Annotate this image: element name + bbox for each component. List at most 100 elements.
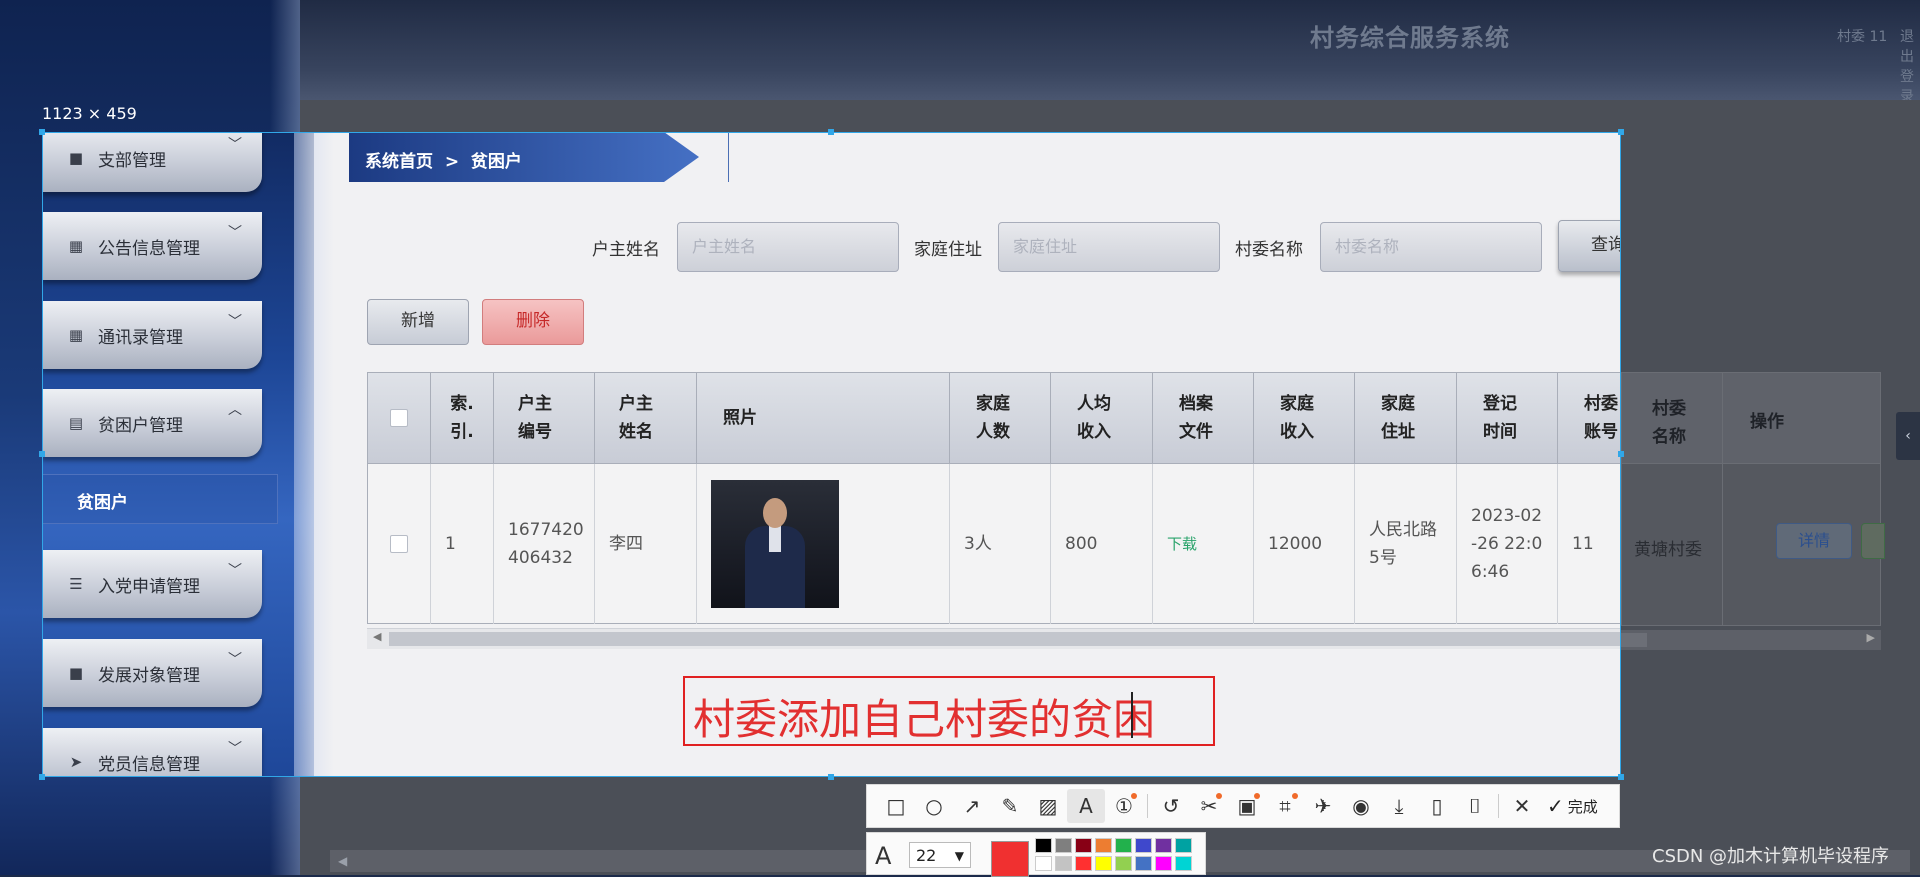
color-swatch[interactable]	[1155, 838, 1172, 853]
sidebar-item-party-application[interactable]: ☰ 入党申请管理 ﹀	[42, 550, 262, 618]
edit-button[interactable]	[1861, 523, 1885, 559]
resize-handle-top-left[interactable]	[39, 129, 45, 135]
font-size-value: 22	[916, 846, 937, 865]
screenshot-capture-region[interactable]: ■ 支部管理 ﹀ ▦ 公告信息管理 ﹀ ▦ 通讯录管理 ﹀ ▤ 贫困户管理 ︿ …	[42, 132, 1621, 777]
annotation-text[interactable]: 村委添加自己村委的贫困	[693, 686, 1155, 747]
color-swatch[interactable]	[1075, 856, 1092, 871]
scroll-left-icon[interactable]: ◀	[338, 854, 347, 868]
chevron-down-icon: ﹀	[228, 137, 242, 153]
text-annotation-box[interactable]: 村委添加自己村委的贫困	[683, 676, 1215, 746]
column-header-label: 索. 引.	[450, 394, 474, 442]
done-button[interactable]: ✓ 完成	[1547, 794, 1598, 818]
font-size-select[interactable]: 22 ▼	[909, 842, 971, 868]
scan-icon[interactable]: ⌗	[1266, 789, 1304, 823]
scroll-right-icon[interactable]: ▶	[1867, 631, 1875, 644]
color-swatch[interactable]	[1095, 838, 1112, 853]
cell-file: 下载	[1153, 464, 1254, 624]
ellipse-icon[interactable]: ○	[915, 789, 953, 823]
mosaic-icon[interactable]: ▨	[1029, 789, 1067, 823]
sidebar-item-development-target[interactable]: ■ 发展对象管理 ﹀	[42, 639, 262, 707]
resize-handle-top[interactable]	[828, 129, 834, 135]
color-swatch[interactable]	[1035, 838, 1052, 853]
sidebar-item-member-info[interactable]: ➤ 党员信息管理 ﹀	[42, 728, 262, 777]
cell-address: 人民北路 5号	[1355, 464, 1457, 624]
color-swatch[interactable]	[1075, 838, 1092, 853]
cell-value: 1677420 406432	[508, 520, 584, 568]
close-icon[interactable]: ✕	[1503, 789, 1541, 823]
committee-name-input[interactable]: 村委名称	[1320, 222, 1542, 272]
briefcase-icon: ■	[68, 664, 84, 682]
color-swatch[interactable]	[1115, 838, 1132, 853]
cell-value: 人民北路 5号	[1369, 520, 1437, 568]
cell-reg-time: 2023-02 -26 22:0 6:46	[1457, 464, 1558, 624]
sidebar-item-contacts[interactable]: ▦ 通讯录管理 ﹀	[42, 301, 262, 369]
add-button[interactable]: 新增	[367, 299, 469, 345]
row-checkbox[interactable]	[390, 535, 408, 553]
color-swatch[interactable]	[1175, 838, 1192, 853]
query-button[interactable]: 查询	[1558, 220, 1621, 272]
household-photo[interactable]	[711, 480, 839, 608]
select-all-checkbox[interactable]	[390, 409, 408, 427]
rectangle-icon[interactable]: □	[877, 789, 915, 823]
pin-icon[interactable]: ✈	[1304, 789, 1342, 823]
color-swatch[interactable]	[1155, 856, 1172, 871]
color-swatch[interactable]	[1175, 856, 1192, 871]
resize-handle-bottom-right[interactable]	[1618, 774, 1624, 780]
address-input[interactable]: 家庭住址	[998, 222, 1220, 272]
pen-icon[interactable]: ✎	[991, 789, 1029, 823]
breadcrumb-text[interactable]: 系统首页 > 贫困户	[365, 147, 522, 172]
sidebar-item-notice[interactable]: ▦ 公告信息管理 ﹀	[42, 212, 262, 280]
ocr-icon[interactable]: ▣	[1228, 789, 1266, 823]
scroll-left-icon[interactable]: ◀	[373, 630, 381, 643]
resize-handle-bottom[interactable]	[828, 774, 834, 780]
color-swatch[interactable]	[1055, 838, 1072, 853]
number-icon[interactable]: ①	[1105, 789, 1143, 823]
logout-link[interactable]: 退出登录	[1900, 26, 1920, 106]
column-header-code: 户主 编号	[494, 373, 595, 463]
scrollbar-thumb-dimmed[interactable]	[1621, 633, 1647, 647]
download-link[interactable]: 下载	[1167, 530, 1197, 558]
save-icon[interactable]: ▯	[1418, 789, 1456, 823]
current-user[interactable]: 村委 11	[1837, 26, 1887, 46]
text-icon[interactable]: A	[1067, 789, 1105, 823]
select-all-header[interactable]	[368, 373, 431, 463]
color-swatch[interactable]	[1055, 856, 1072, 871]
sidebar-item-branch[interactable]: ■ 支部管理 ﹀	[42, 132, 262, 192]
current-color-swatch[interactable]	[991, 841, 1029, 877]
sidebar-subitem-poor-household[interactable]: 贫困户	[42, 474, 278, 524]
new-feature-dot	[1131, 793, 1137, 799]
column-header-label: 户主 编号	[518, 394, 552, 442]
scrollbar-thumb[interactable]	[389, 632, 1621, 646]
bookmark-icon[interactable]: ⌷	[1456, 789, 1494, 823]
record-icon[interactable]: ◉	[1342, 789, 1380, 823]
resize-handle-right[interactable]	[1618, 451, 1624, 457]
cell-per-income: 800	[1051, 464, 1153, 624]
cell-account: 11	[1558, 464, 1621, 624]
sidebar-item-poor-households[interactable]: ▤ 贫困户管理 ︿	[42, 389, 262, 457]
column-header-address: 家庭 住址	[1355, 373, 1457, 463]
color-swatch[interactable]	[1035, 856, 1052, 871]
sidebar-subitem-label: 贫困户	[77, 493, 128, 513]
arrow-icon[interactable]: ↗	[953, 789, 991, 823]
resize-handle-top-right[interactable]	[1618, 129, 1624, 135]
detail-button[interactable]: 详情	[1776, 523, 1852, 559]
column-header-file: 档案 文件	[1153, 373, 1254, 463]
resize-handle-bottom-left[interactable]	[39, 774, 45, 780]
color-swatch[interactable]	[1135, 838, 1152, 853]
undo-icon[interactable]: ↺	[1152, 789, 1190, 823]
breadcrumb-divider	[728, 132, 729, 182]
sidebar-item-label: 公告信息管理	[98, 238, 200, 259]
row-select-cell[interactable]	[368, 464, 431, 624]
table-scrollbar-dimmed[interactable]: ▶	[1621, 630, 1881, 650]
owner-name-input[interactable]: 户主姓名	[677, 222, 899, 272]
download-icon[interactable]: ⤓	[1380, 789, 1418, 823]
cut-icon[interactable]: ✂	[1190, 789, 1228, 823]
capture-size-label: 1123 × 459	[42, 104, 137, 123]
delete-button[interactable]: 删除	[482, 299, 584, 345]
color-swatch[interactable]	[1135, 856, 1152, 871]
side-panel-toggle-icon[interactable]: ‹	[1896, 412, 1920, 460]
table-horizontal-scrollbar[interactable]: ◀	[367, 628, 1621, 649]
color-swatch[interactable]	[1115, 856, 1132, 871]
resize-handle-left[interactable]	[39, 451, 45, 457]
color-swatch[interactable]	[1095, 856, 1112, 871]
